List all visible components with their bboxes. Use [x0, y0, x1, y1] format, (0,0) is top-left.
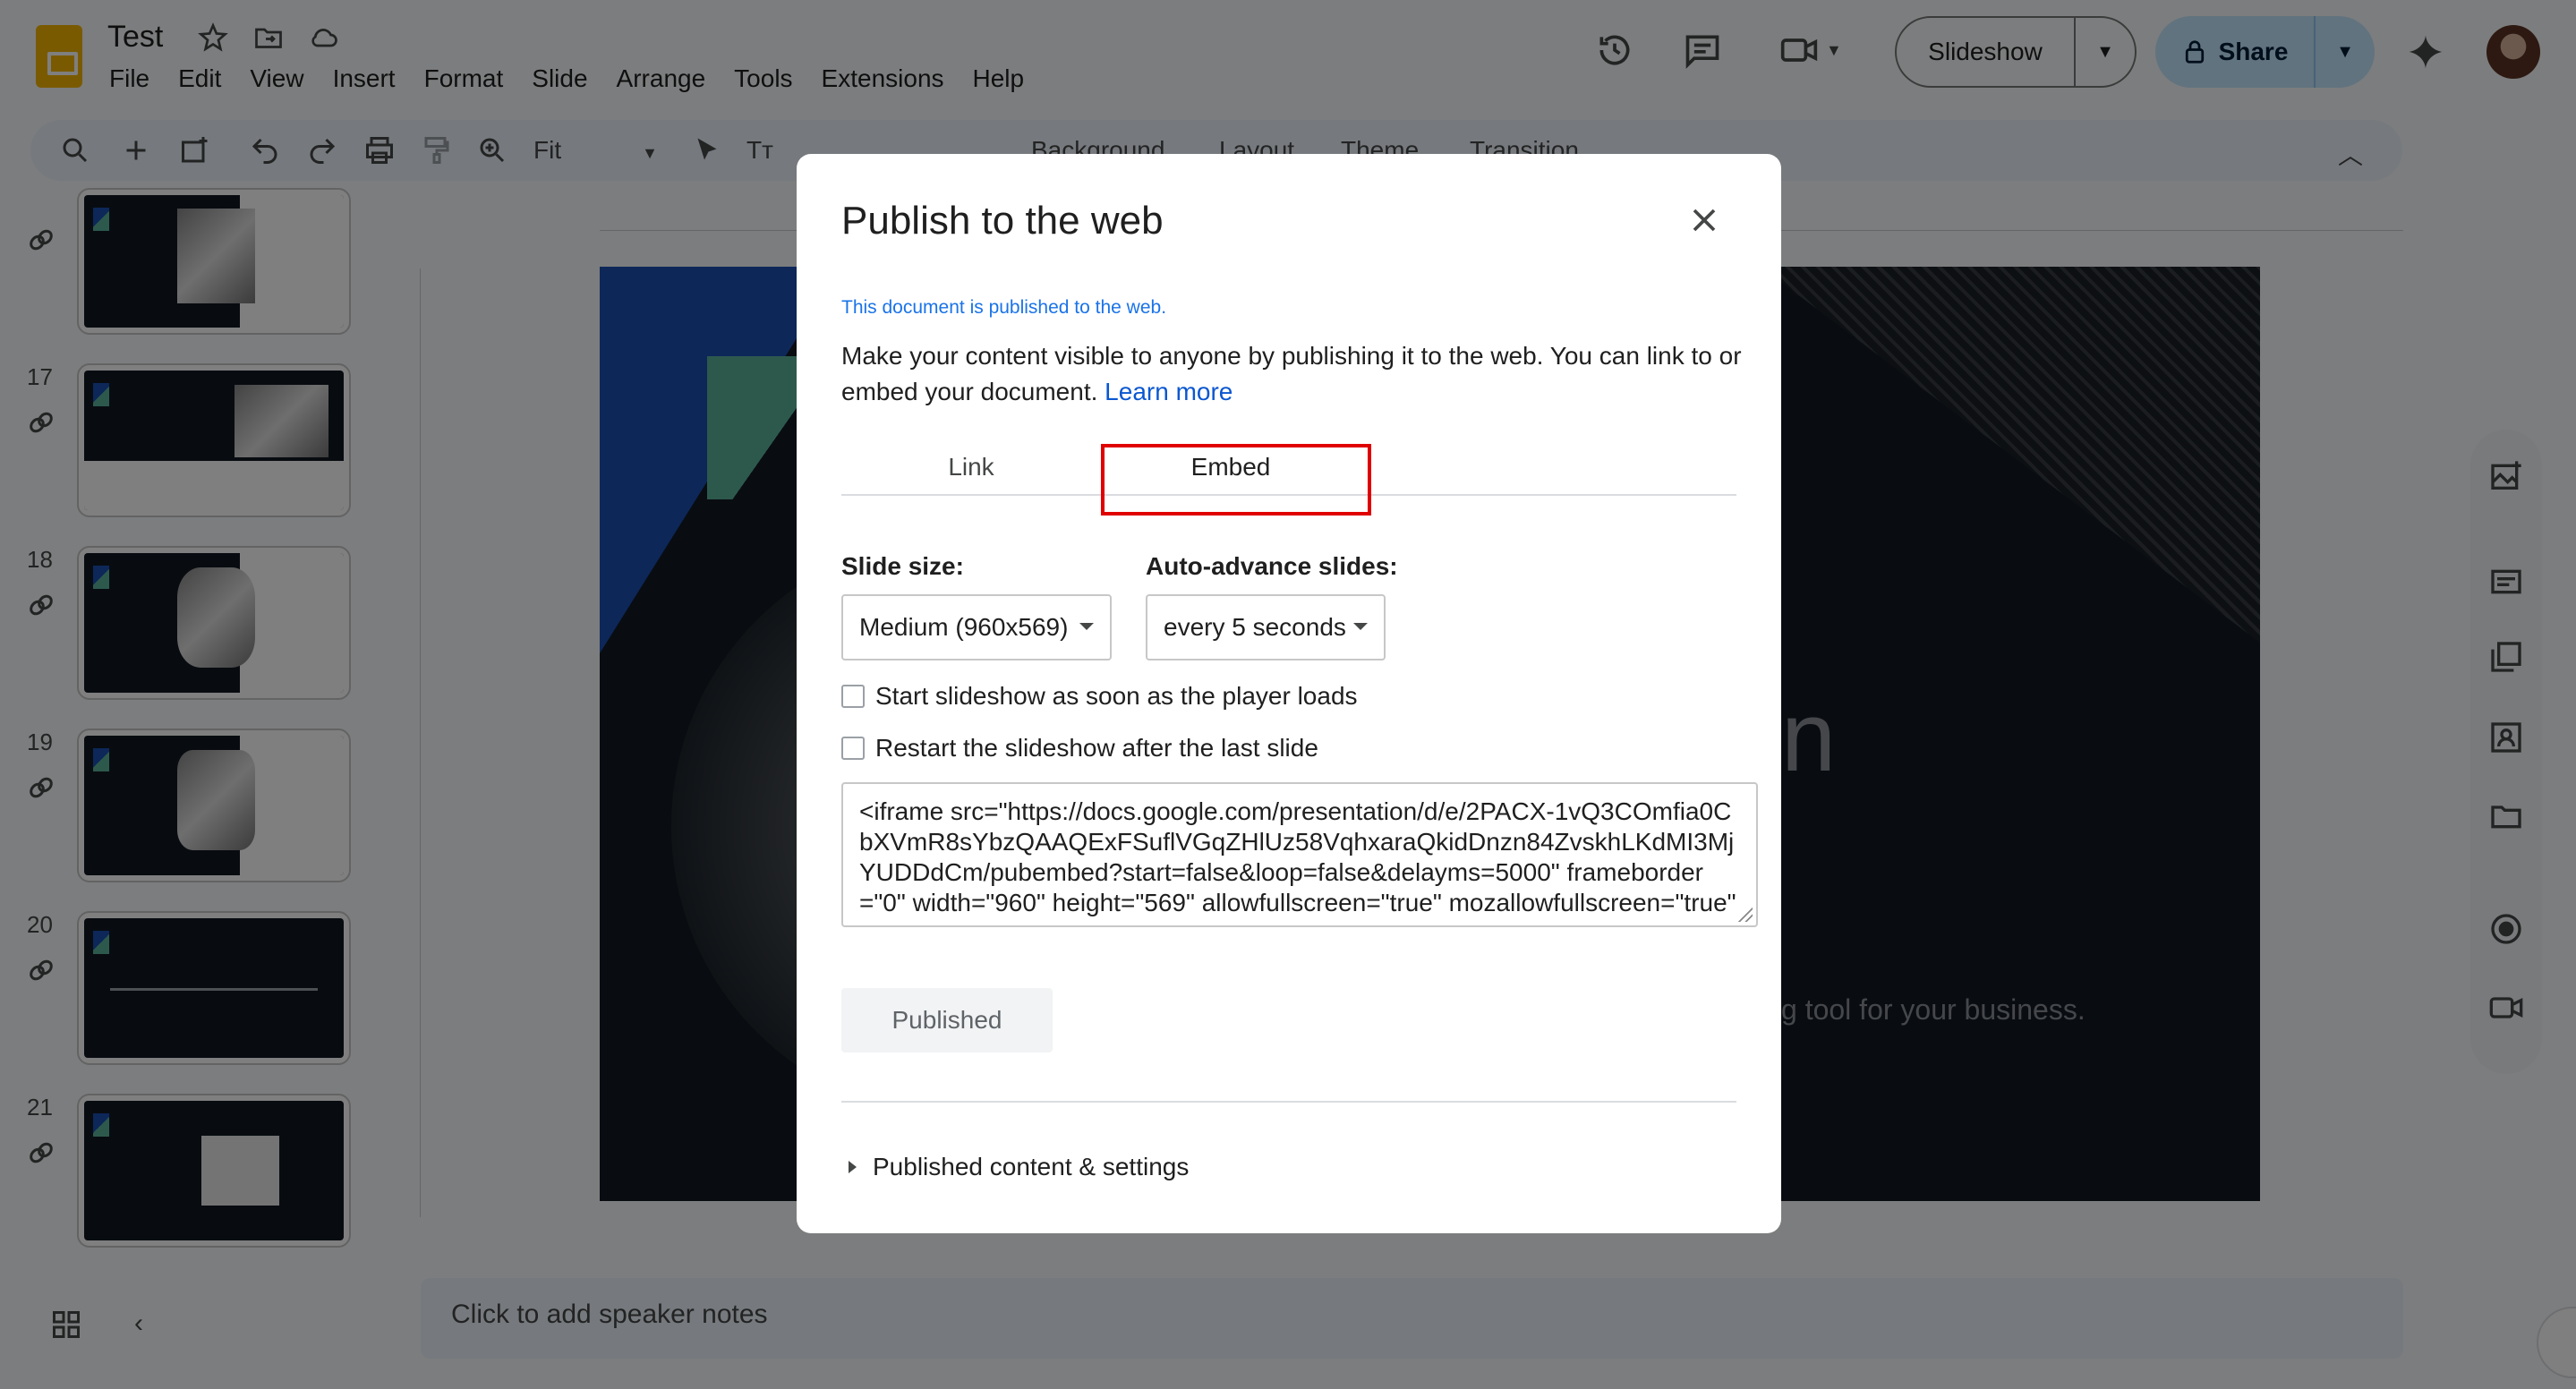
restart-slideshow-checkbox[interactable] — [841, 737, 865, 760]
published-settings-toggle[interactable]: Published content & settings — [849, 1153, 1189, 1181]
chevron-down-icon — [1079, 623, 1094, 630]
tab-highlight-box — [1101, 444, 1371, 516]
restart-slideshow-option[interactable]: Restart the slideshow after the last sli… — [841, 734, 1318, 763]
triangle-right-icon — [849, 1161, 857, 1173]
dialog-title: Publish to the web — [841, 199, 1164, 243]
resize-handle[interactable] — [1736, 906, 1753, 922]
auto-advance-label: Auto-advance slides: — [1146, 552, 1398, 580]
restart-slideshow-label: Restart the slideshow after the last sli… — [875, 734, 1318, 762]
auto-advance-select[interactable]: every 5 seconds — [1146, 594, 1386, 660]
close-button[interactable] — [1685, 200, 1724, 240]
slide-size-value: Medium (960x569) — [859, 613, 1069, 641]
auto-advance-value: every 5 seconds — [1164, 613, 1346, 641]
published-button[interactable]: Published — [841, 988, 1053, 1052]
publish-dialog: Publish to the web This document is publ… — [797, 154, 1781, 1233]
start-slideshow-option[interactable]: Start slideshow as soon as the player lo… — [841, 682, 1358, 711]
embed-code: <iframe src="https://docs.google.com/pre… — [859, 797, 1736, 916]
slide-size-label: Slide size: — [841, 552, 964, 580]
tab-link[interactable]: Link — [841, 440, 1101, 496]
chevron-down-icon — [1353, 623, 1368, 630]
dialog-description: Make your content visible to anyone by p… — [841, 342, 1742, 405]
published-settings-label: Published content & settings — [873, 1153, 1190, 1180]
start-slideshow-label: Start slideshow as soon as the player lo… — [875, 682, 1358, 710]
slide-size-select[interactable]: Medium (960x569) — [841, 594, 1112, 660]
start-slideshow-checkbox[interactable] — [841, 685, 865, 708]
learn-more-link[interactable]: Learn more — [1105, 378, 1233, 405]
divider — [841, 1101, 1736, 1103]
publish-status: This document is published to the web. — [841, 297, 1167, 318]
close-icon — [1693, 209, 1716, 232]
embed-code-textarea[interactable]: <iframe src="https://docs.google.com/pre… — [841, 782, 1758, 927]
